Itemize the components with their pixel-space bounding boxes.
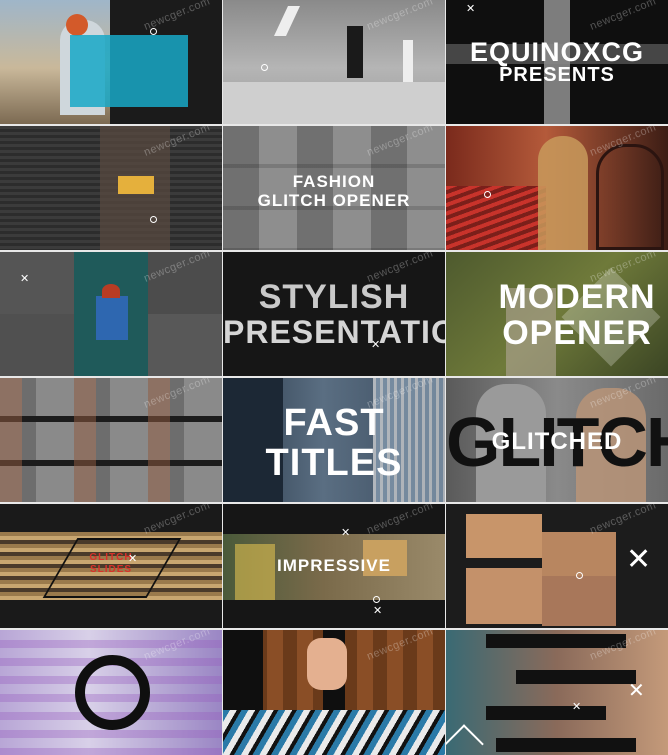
staircase — [446, 186, 546, 250]
tile-16[interactable]: newcger.com — [0, 630, 222, 755]
tile-subtitle: PRESENTATION — [223, 314, 445, 350]
photo-cell — [0, 252, 74, 314]
tile-subtitle: GLITCH OPENER — [257, 191, 411, 210]
photo-cell — [0, 314, 74, 376]
black-bar — [486, 706, 606, 720]
tile-14[interactable]: IMPRESSIVE ✕ ✕ newcger.com — [223, 504, 445, 628]
photo-cell — [542, 532, 616, 576]
watermark: newcger.com — [587, 0, 658, 33]
photo-cell — [148, 314, 222, 376]
circle-marker-icon — [150, 216, 157, 223]
tile-17[interactable]: newcger.com — [223, 630, 445, 755]
tile-subtitle: TITLES — [265, 442, 403, 484]
close-icon: ✕ — [626, 543, 652, 576]
tile-title: FAST — [283, 402, 385, 444]
circle-marker-icon — [576, 572, 583, 579]
tile-4[interactable]: newcger.com — [0, 126, 222, 250]
tile-11[interactable]: FAST TITLES newcger.com — [223, 378, 445, 502]
tile-title: IMPRESSIVE — [277, 556, 391, 575]
tile-1[interactable]: newcger.com — [0, 0, 222, 124]
photo-cell — [466, 568, 542, 624]
watermark: newcger.com — [587, 504, 658, 537]
photo-cell — [466, 514, 542, 558]
hand-figure — [118, 176, 154, 194]
tile-15[interactable]: ✕ newcger.com — [446, 504, 668, 628]
photo-cell — [542, 576, 616, 626]
tile-12[interactable]: GLITCHED GLITCHED newcger.com — [446, 378, 668, 502]
tile-8[interactable]: STYLISH PRESENTATION ✕ newcger.com — [223, 252, 445, 376]
arch-window — [596, 144, 664, 250]
road-marking — [274, 6, 300, 36]
tile-7[interactable]: ✕ newcger.com — [0, 252, 222, 376]
chevron-up-icon — [446, 724, 484, 755]
watermark: newcger.com — [364, 0, 435, 33]
tile-6[interactable]: newcger.com — [446, 126, 668, 250]
black-bar — [496, 738, 636, 752]
tile-18[interactable]: ✕ ✕ newcger.com — [446, 630, 668, 755]
person-figure — [347, 26, 363, 78]
tile-2[interactable]: newcger.com — [223, 0, 445, 124]
tile-title: MODERN — [498, 278, 656, 316]
tile-title: GLITCH — [89, 552, 133, 563]
tile-3[interactable]: ✕ EQUINOXCG PRESENTS newcger.com — [446, 0, 668, 124]
tile-subtitle: OPENER — [502, 314, 652, 352]
hat-figure — [102, 284, 120, 298]
ring-shape — [75, 655, 150, 730]
face-tints — [0, 378, 222, 502]
street-band — [223, 82, 445, 124]
head-figure — [66, 14, 88, 36]
close-icon: ✕ — [20, 273, 30, 285]
tile-title: FASHION — [292, 172, 376, 191]
tile-subtitle: PRESENTS — [499, 64, 615, 86]
close-icon: ✕ — [572, 701, 582, 713]
tile-9[interactable]: MODERN OPENER newcger.com — [446, 252, 668, 376]
circle-marker-icon — [484, 191, 491, 198]
watermark: newcger.com — [364, 504, 435, 537]
watermark: newcger.com — [364, 630, 435, 663]
road-marking — [403, 40, 413, 82]
cyan-block — [70, 35, 188, 107]
tile-subtitle: SLIDES — [89, 564, 133, 575]
tile-10[interactable]: newcger.com — [0, 378, 222, 502]
patterned-fabric — [223, 710, 445, 755]
video-template-grid: newcger.com newcger.com ✕ EQUINOXCG PRES… — [0, 0, 668, 755]
tile-13[interactable]: GLITCH SLIDES ✕ newcger.com — [0, 504, 222, 628]
close-icon: ✕ — [466, 3, 476, 15]
tile-5[interactable]: FASHION GLITCH OPENER newcger.com — [223, 126, 445, 250]
person-figure — [538, 136, 588, 250]
circle-marker-icon — [261, 64, 268, 71]
person-figure — [96, 296, 128, 340]
close-icon: ✕ — [341, 527, 351, 539]
circle-marker-icon — [373, 596, 380, 603]
close-icon: ✕ — [373, 605, 383, 617]
black-bar — [516, 670, 636, 684]
foot-figure — [307, 638, 347, 690]
tile-title: GLITCHED — [491, 428, 623, 455]
close-icon: ✕ — [371, 339, 381, 351]
tile-title: STYLISH — [258, 278, 410, 316]
close-icon: ✕ — [128, 553, 138, 565]
close-icon: ✕ — [628, 680, 645, 702]
